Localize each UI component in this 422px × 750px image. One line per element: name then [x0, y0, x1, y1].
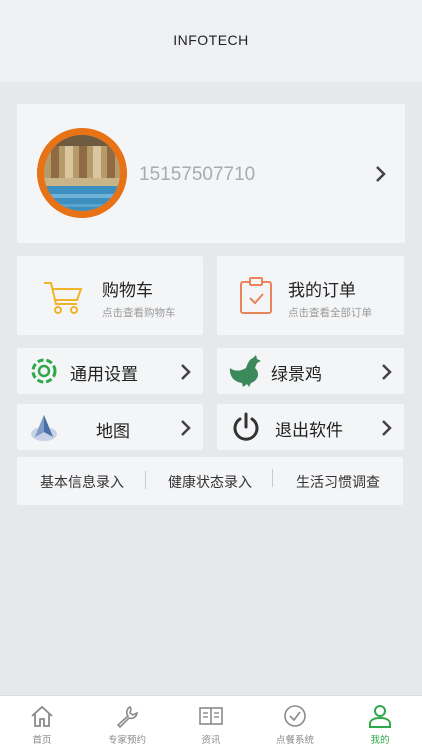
tab-expert[interactable]: 专家预约: [85, 696, 169, 750]
divider: [272, 469, 273, 487]
orders-subtitle: 点击查看全部订单: [288, 307, 372, 319]
chicken-icon: [229, 355, 261, 387]
tab-ordering[interactable]: 点餐系统: [253, 696, 337, 750]
bottom-tab-bar: 首页 专家预约 资讯 点餐系统 我的: [0, 695, 422, 750]
chevron-right-icon: [181, 420, 191, 436]
tab-label: 资讯: [201, 735, 221, 746]
person-icon: [369, 705, 391, 728]
page-title: INFOTECH: [173, 32, 249, 48]
cart-subtitle: 点击查看购物车: [102, 307, 176, 319]
cart-icon: [44, 282, 83, 314]
orders-label: 我的订单: [288, 281, 356, 301]
chevron-right-icon: [382, 364, 392, 380]
user-phone: 15157507710: [139, 164, 256, 185]
profile-card[interactable]: 15157507710: [17, 104, 405, 243]
gear-icon: [31, 358, 57, 384]
chevron-right-icon: [181, 364, 191, 380]
app-header: INFOTECH: [0, 0, 422, 82]
wrench-icon: [116, 705, 138, 728]
settings-label: 通用设置: [70, 365, 138, 385]
map-tile[interactable]: 地图: [17, 404, 203, 450]
clipboard-icon: [240, 277, 272, 314]
cart-label: 购物车: [102, 281, 153, 301]
divider: [145, 471, 146, 489]
settings-tile[interactable]: 通用设置: [17, 348, 203, 394]
chicken-label: 绿景鸡: [271, 365, 322, 385]
tab-home[interactable]: 首页: [0, 696, 84, 750]
clock-icon: [284, 705, 306, 727]
lifestyle-survey-link[interactable]: 生活习惯调查: [296, 472, 380, 492]
power-icon: [233, 412, 259, 441]
survey-links-bar: 基本信息录入 健康状态录入 生活习惯调查: [17, 457, 403, 505]
tab-label: 点餐系统: [275, 735, 314, 746]
tab-mine[interactable]: 我的: [338, 696, 422, 750]
compass-icon: [31, 415, 57, 441]
chevron-right-icon: [382, 420, 392, 436]
book-icon: [199, 707, 223, 725]
map-label: 地图: [96, 422, 130, 442]
home-icon: [31, 705, 53, 727]
tab-news[interactable]: 资讯: [169, 696, 253, 750]
basic-info-link[interactable]: 基本信息录入: [40, 472, 124, 492]
chicken-tile[interactable]: 绿景鸡: [217, 348, 404, 394]
cart-tile[interactable]: 购物车 点击查看购物车: [17, 256, 203, 335]
orders-tile[interactable]: 我的订单 点击查看全部订单: [217, 256, 404, 335]
health-status-link[interactable]: 健康状态录入: [168, 472, 252, 492]
tab-label: 首页: [32, 735, 52, 746]
exit-tile[interactable]: 退出软件: [217, 404, 404, 450]
tab-label: 我的: [370, 735, 390, 746]
tab-label: 专家预约: [107, 735, 146, 746]
exit-label: 退出软件: [275, 421, 343, 441]
chevron-right-icon: [376, 166, 386, 182]
avatar-photo-icon[interactable]: [37, 128, 127, 218]
